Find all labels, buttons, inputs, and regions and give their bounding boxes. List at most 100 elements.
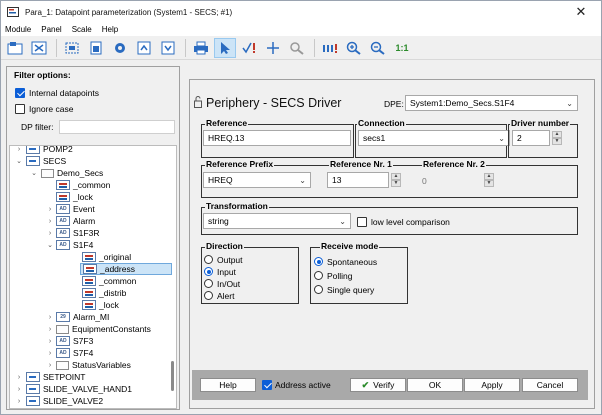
dpe-select[interactable]: System1:Demo_Secs.S1F4 ⌄: [405, 95, 578, 111]
pointer-icon[interactable]: [214, 37, 236, 58]
tree-item[interactable]: › SLIDE_VALVE2: [10, 395, 176, 407]
tree-item[interactable]: › StatusVariables: [10, 359, 176, 371]
driver-number-field[interactable]: 2: [512, 130, 550, 146]
cancel-button[interactable]: Cancel: [522, 378, 578, 392]
expander-icon[interactable]: ›: [15, 386, 23, 393]
direction-alert-radio[interactable]: [204, 291, 213, 300]
reference-nr2-spinner[interactable]: ▲ ▼: [484, 173, 494, 187]
tree-item[interactable]: › AD S1F3R: [10, 227, 176, 239]
tree-item[interactable]: ⌄ Demo_Secs: [10, 167, 176, 179]
tree-item[interactable]: _distrib: [10, 287, 176, 299]
tree-item[interactable]: › AD S7F3: [10, 335, 176, 347]
expander-icon[interactable]: ›: [46, 218, 54, 225]
expander-icon[interactable]: ⌄: [15, 157, 23, 165]
window-title: Para_1: Datapoint parameterization (Syst…: [25, 7, 233, 17]
expander-icon[interactable]: ›: [15, 146, 23, 153]
expander-icon[interactable]: ›: [15, 398, 23, 405]
close-button[interactable]: ✕: [561, 1, 601, 23]
direction-inout-radio[interactable]: [204, 279, 213, 288]
import-icon[interactable]: [157, 38, 179, 58]
spin-up-icon[interactable]: ▲: [484, 173, 494, 180]
unlock-icon[interactable]: [194, 96, 202, 108]
zoom-in-icon[interactable]: [343, 38, 365, 58]
receive-single-query-radio[interactable]: [314, 285, 323, 294]
verify-button[interactable]: ✔ Verify: [350, 378, 406, 392]
help-button[interactable]: Help: [200, 378, 256, 392]
spin-up-icon[interactable]: ▲: [391, 173, 401, 180]
internal-datapoints-checkbox[interactable]: [15, 88, 25, 98]
tree-item[interactable]: _common: [10, 179, 176, 191]
spin-down-icon[interactable]: ▼: [391, 180, 401, 187]
transformation-select[interactable]: string ⌄: [203, 213, 351, 229]
move-icon[interactable]: [262, 38, 284, 58]
tree-item[interactable]: _lock: [10, 299, 176, 311]
ok-button[interactable]: OK: [407, 378, 463, 392]
reference-field[interactable]: HREQ.13: [203, 130, 351, 146]
close-panel-icon[interactable]: [28, 38, 50, 58]
element-ad-icon: AD: [56, 240, 70, 250]
tree-item[interactable]: › SLIDE_VALVE_HAND1: [10, 383, 176, 395]
low-level-comparison-checkbox[interactable]: [357, 217, 367, 227]
open-panel-icon[interactable]: [4, 38, 26, 58]
tree-item-label: _original: [99, 252, 132, 262]
tree-item-selected[interactable]: _address: [10, 263, 176, 275]
tree-item[interactable]: › AD Alarm: [10, 215, 176, 227]
menu-module[interactable]: Module: [5, 25, 31, 34]
expander-icon[interactable]: ›: [46, 314, 54, 321]
apply-button[interactable]: Apply: [464, 378, 520, 392]
menu-panel[interactable]: Panel: [41, 25, 61, 34]
tree-item[interactable]: _common: [10, 275, 176, 287]
expander-icon[interactable]: ⌄: [30, 169, 38, 177]
direction-input-radio[interactable]: [204, 267, 213, 276]
tree-item[interactable]: _lock: [10, 191, 176, 203]
tree-item[interactable]: › AD Event: [10, 203, 176, 215]
expander-icon[interactable]: ›: [46, 326, 54, 333]
zoom-reset-button[interactable]: 1:1: [391, 38, 413, 58]
expander-icon[interactable]: ›: [46, 350, 54, 357]
expander-icon[interactable]: ⌄: [46, 241, 54, 249]
reference-nr1-spinner[interactable]: ▲ ▼: [391, 173, 401, 187]
reference-nr1-field[interactable]: 13: [327, 172, 389, 188]
spin-up-icon[interactable]: ▲: [552, 131, 562, 138]
receive-spontaneous-label: Spontaneous: [327, 257, 378, 267]
zoom-out-icon[interactable]: [367, 38, 389, 58]
expander-icon[interactable]: ›: [46, 206, 54, 213]
app-icon: [7, 7, 19, 17]
expander-icon[interactable]: ›: [46, 230, 54, 237]
receive-polling-radio[interactable]: [314, 271, 323, 280]
direction-output-radio[interactable]: [204, 255, 213, 264]
tree-item[interactable]: › POMP2: [10, 146, 176, 155]
print-icon[interactable]: [190, 38, 212, 58]
gear-icon[interactable]: [109, 38, 131, 58]
address-active-checkbox[interactable]: [262, 380, 272, 390]
tree-item[interactable]: ⌄ SECS: [10, 155, 176, 167]
tree-scrollbar[interactable]: [170, 146, 176, 408]
dp-filter-input[interactable]: [59, 120, 175, 134]
select-frame-icon[interactable]: [61, 38, 83, 58]
driver-number-spinner[interactable]: ▲ ▼: [552, 131, 562, 145]
spin-down-icon[interactable]: ▼: [552, 138, 562, 145]
tree-item[interactable]: _original: [10, 251, 176, 263]
expander-icon[interactable]: ›: [15, 374, 23, 381]
scrollbar-thumb[interactable]: [171, 361, 174, 391]
tree-item[interactable]: › AD S7F4: [10, 347, 176, 359]
export-icon[interactable]: [133, 38, 155, 58]
tree-item[interactable]: ⌄ AD S1F4: [10, 239, 176, 251]
tree-item[interactable]: › EquipmentConstants: [10, 323, 176, 335]
connection-select[interactable]: secs1 ⌄: [358, 130, 510, 146]
reference-prefix-select[interactable]: HREQ ⌄: [203, 172, 311, 188]
tree-item[interactable]: › 29 Alarm_MI: [10, 311, 176, 323]
spin-down-icon[interactable]: ▼: [484, 180, 494, 187]
menu-help[interactable]: Help: [102, 25, 118, 34]
check-exclaim-icon[interactable]: [238, 38, 260, 58]
datapoint-icon[interactable]: [85, 38, 107, 58]
alert-list-icon[interactable]: [319, 38, 341, 58]
expander-icon[interactable]: ›: [46, 338, 54, 345]
expander-icon[interactable]: ›: [46, 362, 54, 369]
tree-item[interactable]: › SETPOINT: [10, 371, 176, 383]
receive-mode-group: [310, 247, 408, 304]
search-icon[interactable]: [286, 38, 308, 58]
menu-scale[interactable]: Scale: [72, 25, 92, 34]
receive-spontaneous-radio[interactable]: [314, 257, 323, 266]
ignore-case-checkbox[interactable]: [15, 104, 25, 114]
